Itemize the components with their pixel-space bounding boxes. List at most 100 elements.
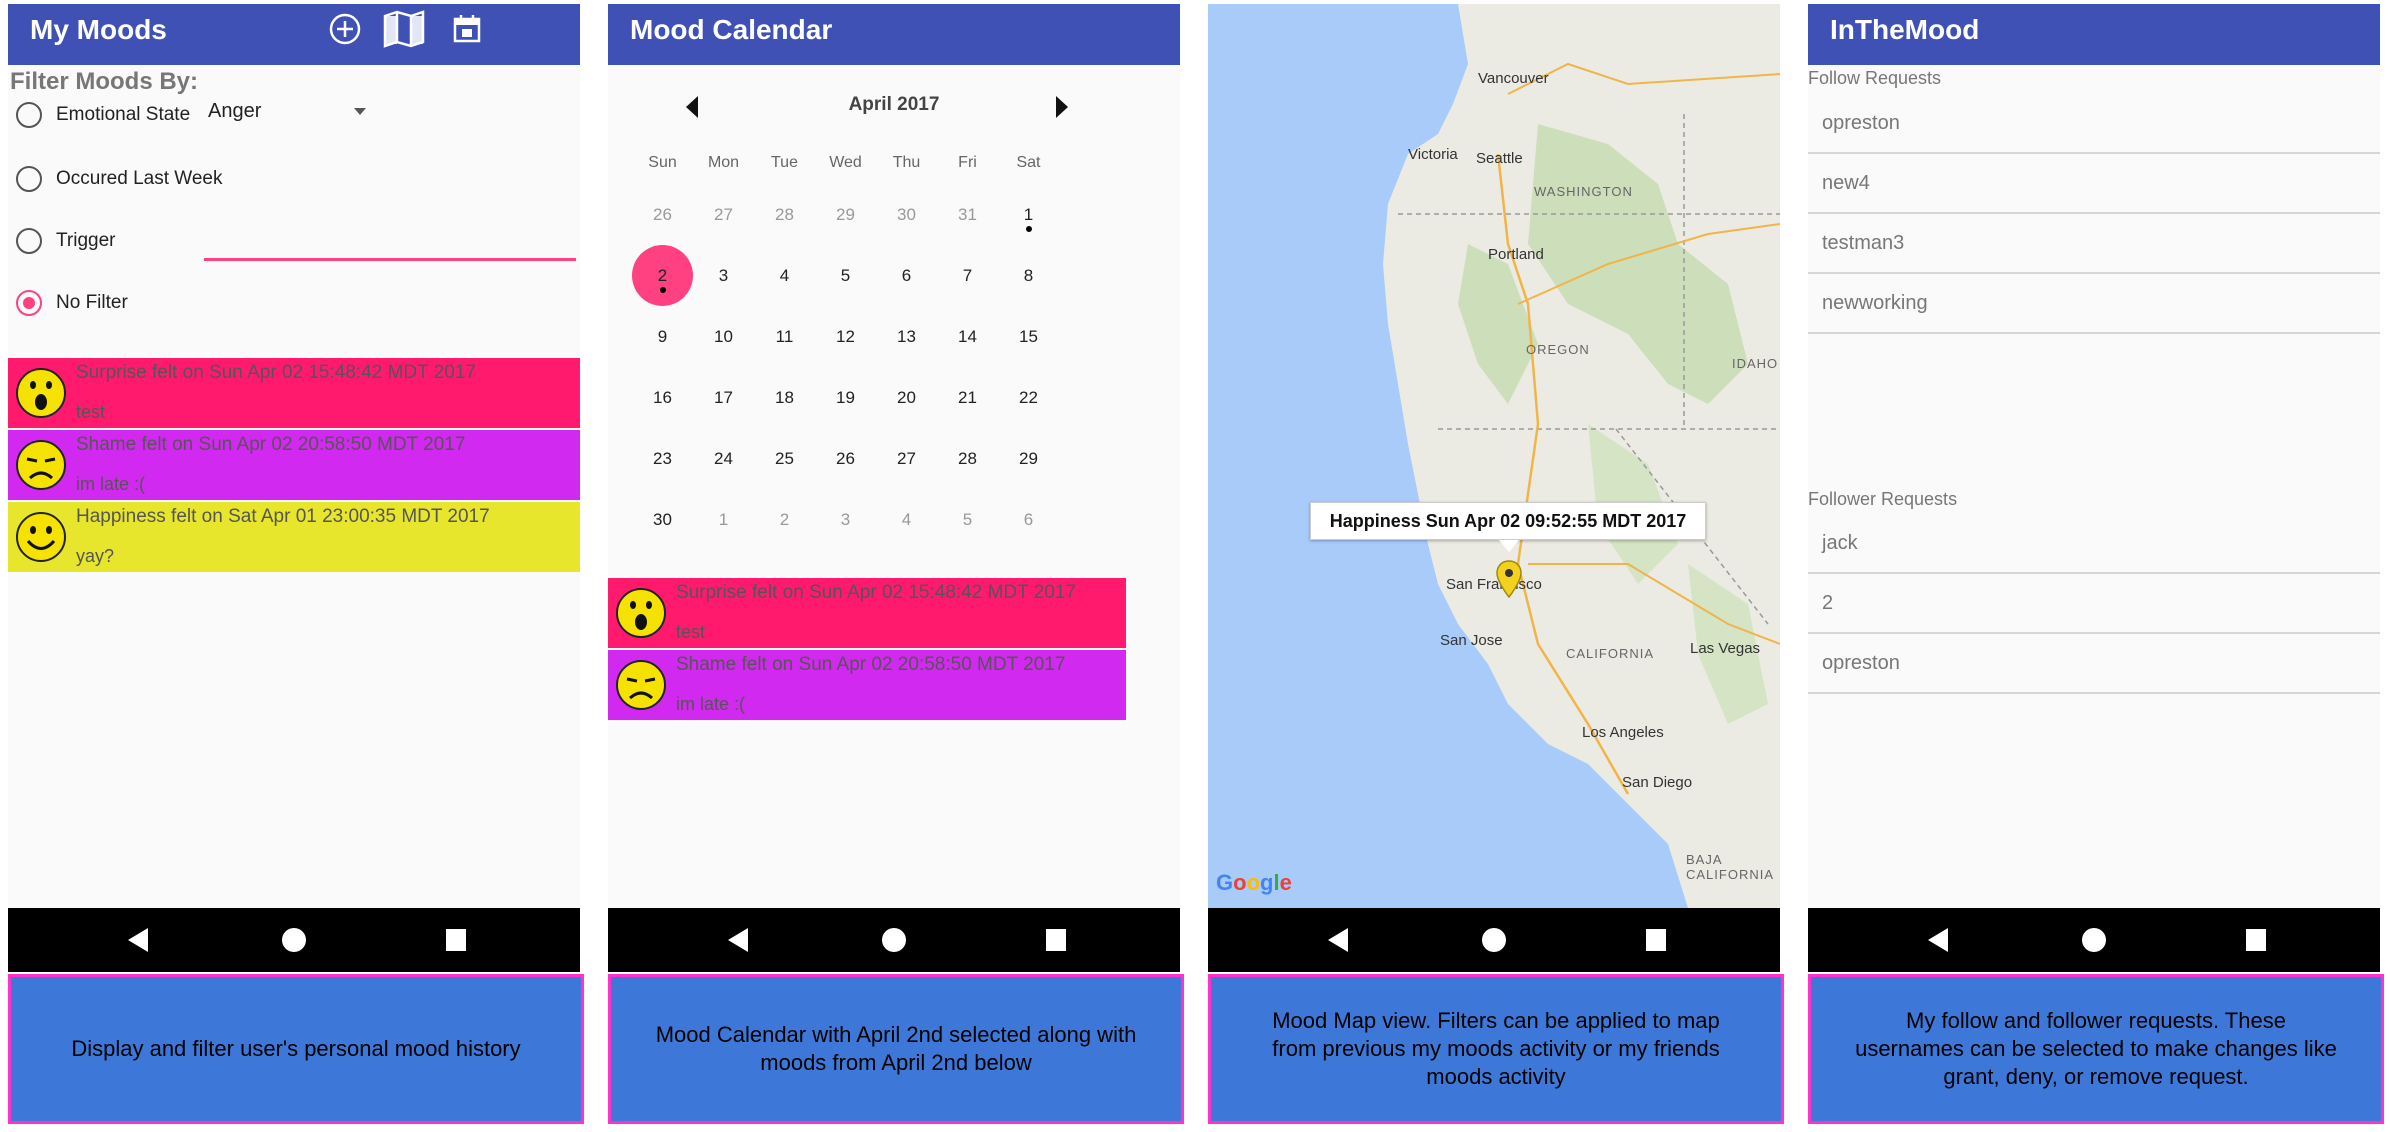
back-icon[interactable] [1928,928,1948,952]
home-icon[interactable] [1482,928,1506,952]
calendar-day[interactable]: 8 [998,245,1059,306]
calendar-day[interactable]: 2 [632,245,693,306]
follow-request-item[interactable]: new4 [1808,154,2380,214]
calendar-day[interactable]: 3 [815,489,876,550]
mood-item-shame[interactable]: Shame felt on Sun Apr 02 20:58:50 MDT 20… [608,650,1126,720]
calendar-day[interactable]: 28 [754,184,815,245]
calendar-day[interactable]: 23 [632,428,693,489]
day-number: 4 [779,265,790,285]
calendar-day[interactable]: 17 [693,367,754,428]
calendar-day[interactable]: 26 [632,184,693,245]
map-icon[interactable] [382,10,426,48]
calendar-day[interactable]: 25 [754,428,815,489]
calendar-day[interactable]: 4 [754,245,815,306]
radio-button[interactable] [16,166,42,192]
recents-icon[interactable] [2246,929,2266,951]
radio-button[interactable] [16,228,42,254]
trigger-input[interactable] [204,258,576,261]
mood-item-surprise[interactable]: Surprise felt on Sun Apr 02 15:48:42 MDT… [608,578,1126,648]
calendar-day[interactable]: 5 [937,489,998,550]
radio-button[interactable] [16,290,42,316]
home-icon[interactable] [882,928,906,952]
recents-icon[interactable] [446,929,466,951]
calendar-day[interactable]: 10 [693,306,754,367]
calendar-day[interactable]: 2 [754,489,815,550]
add-circle-icon[interactable] [328,12,362,46]
calendar-day[interactable]: 22 [998,367,1059,428]
app-bar: InTheMood [1808,4,2380,65]
day-number: 30 [897,204,916,224]
calendar-day[interactable]: 11 [754,306,815,367]
calendar-day[interactable]: 26 [815,428,876,489]
mood-item-shame[interactable]: Shame felt on Sun Apr 02 20:58:50 MDT 20… [8,430,580,500]
calendar-day[interactable]: 27 [876,428,937,489]
recents-icon[interactable] [1046,929,1066,951]
recents-icon[interactable] [1646,929,1666,951]
calendar-day[interactable]: 15 [998,306,1059,367]
city-label: Portland [1488,246,1544,263]
map-view[interactable]: Vancouver Victoria Seattle Portland San … [1208,4,1780,908]
calendar-day[interactable]: 9 [632,306,693,367]
day-number: 16 [653,387,672,407]
next-month-icon[interactable] [1056,96,1068,118]
calendar-day[interactable]: 29 [998,428,1059,489]
calendar-day[interactable]: 1 [693,489,754,550]
calendar-day[interactable]: 29 [815,184,876,245]
surprise-face-icon [16,368,66,418]
weekday-label: Wed [829,154,862,171]
follower-request-item[interactable]: jack [1808,514,2380,574]
state-label: WASHINGTON [1534,184,1633,199]
calendar-day[interactable]: 16 [632,367,693,428]
back-icon[interactable] [728,928,748,952]
calendar-day[interactable]: 14 [937,306,998,367]
calendar-icon[interactable] [452,14,482,44]
marker-info-window[interactable]: Happiness Sun Apr 02 09:52:55 MDT 2017 [1310,502,1706,552]
calendar-day[interactable]: 30 [632,489,693,550]
emotional-state-select[interactable]: Anger [208,100,261,123]
calendar-day[interactable]: 6 [876,245,937,306]
map-pin-icon[interactable] [1496,560,1522,598]
calendar-day[interactable]: 21 [937,367,998,428]
follower-request-item[interactable]: 2 [1808,574,2380,634]
filter-option-emotional-state[interactable]: Emotional State [16,100,190,130]
filter-option-last-week[interactable]: Occured Last Week [16,164,223,194]
calendar-day[interactable]: 27 [693,184,754,245]
calendar-day[interactable]: 1 [998,184,1059,245]
calendar-grid: Sun Mon Tue Wed Thu Fri Sat 26 27 28 29 30 31… [632,154,1120,550]
calendar-day[interactable]: 6 [998,489,1059,550]
mood-item-surprise[interactable]: Surprise felt on Sun Apr 02 15:48:42 MDT… [8,358,580,428]
calendar-day[interactable]: 3 [693,245,754,306]
follow-request-item[interactable]: testman3 [1808,214,2380,274]
option-label: No Filter [56,292,128,313]
day-number: 11 [775,326,794,346]
calendar-day[interactable]: 13 [876,306,937,367]
day-number: 28 [958,448,977,468]
calendar-day[interactable]: 18 [754,367,815,428]
filter-option-trigger[interactable]: Trigger [16,226,115,256]
home-icon[interactable] [2082,928,2106,952]
back-icon[interactable] [1328,928,1348,952]
follower-request-item[interactable]: opreston [1808,634,2380,694]
calendar-day[interactable]: 31 [937,184,998,245]
calendar-day[interactable]: 24 [693,428,754,489]
calendar-day[interactable]: 20 [876,367,937,428]
home-icon[interactable] [282,928,306,952]
day-number: 26 [836,448,855,468]
calendar-day[interactable]: 4 [876,489,937,550]
dropdown-arrow-icon[interactable] [354,108,366,115]
follow-request-item[interactable]: opreston [1808,94,2380,154]
day-number: 31 [958,204,977,224]
calendar-day[interactable]: 19 [815,367,876,428]
calendar-day[interactable]: 28 [937,428,998,489]
calendar-week: 23 24 25 26 27 28 29 [632,428,1120,489]
follow-request-item[interactable]: newworking [1808,274,2380,334]
filter-option-no-filter[interactable]: No Filter [16,288,128,318]
calendar-day[interactable]: 30 [876,184,937,245]
calendar-day[interactable]: 5 [815,245,876,306]
back-icon[interactable] [128,928,148,952]
calendar-day[interactable]: 12 [815,306,876,367]
day-number: 1 [718,509,729,529]
mood-item-happiness[interactable]: Happiness felt on Sat Apr 01 23:00:35 MD… [8,502,580,572]
calendar-day[interactable]: 7 [937,245,998,306]
radio-button[interactable] [16,102,42,128]
